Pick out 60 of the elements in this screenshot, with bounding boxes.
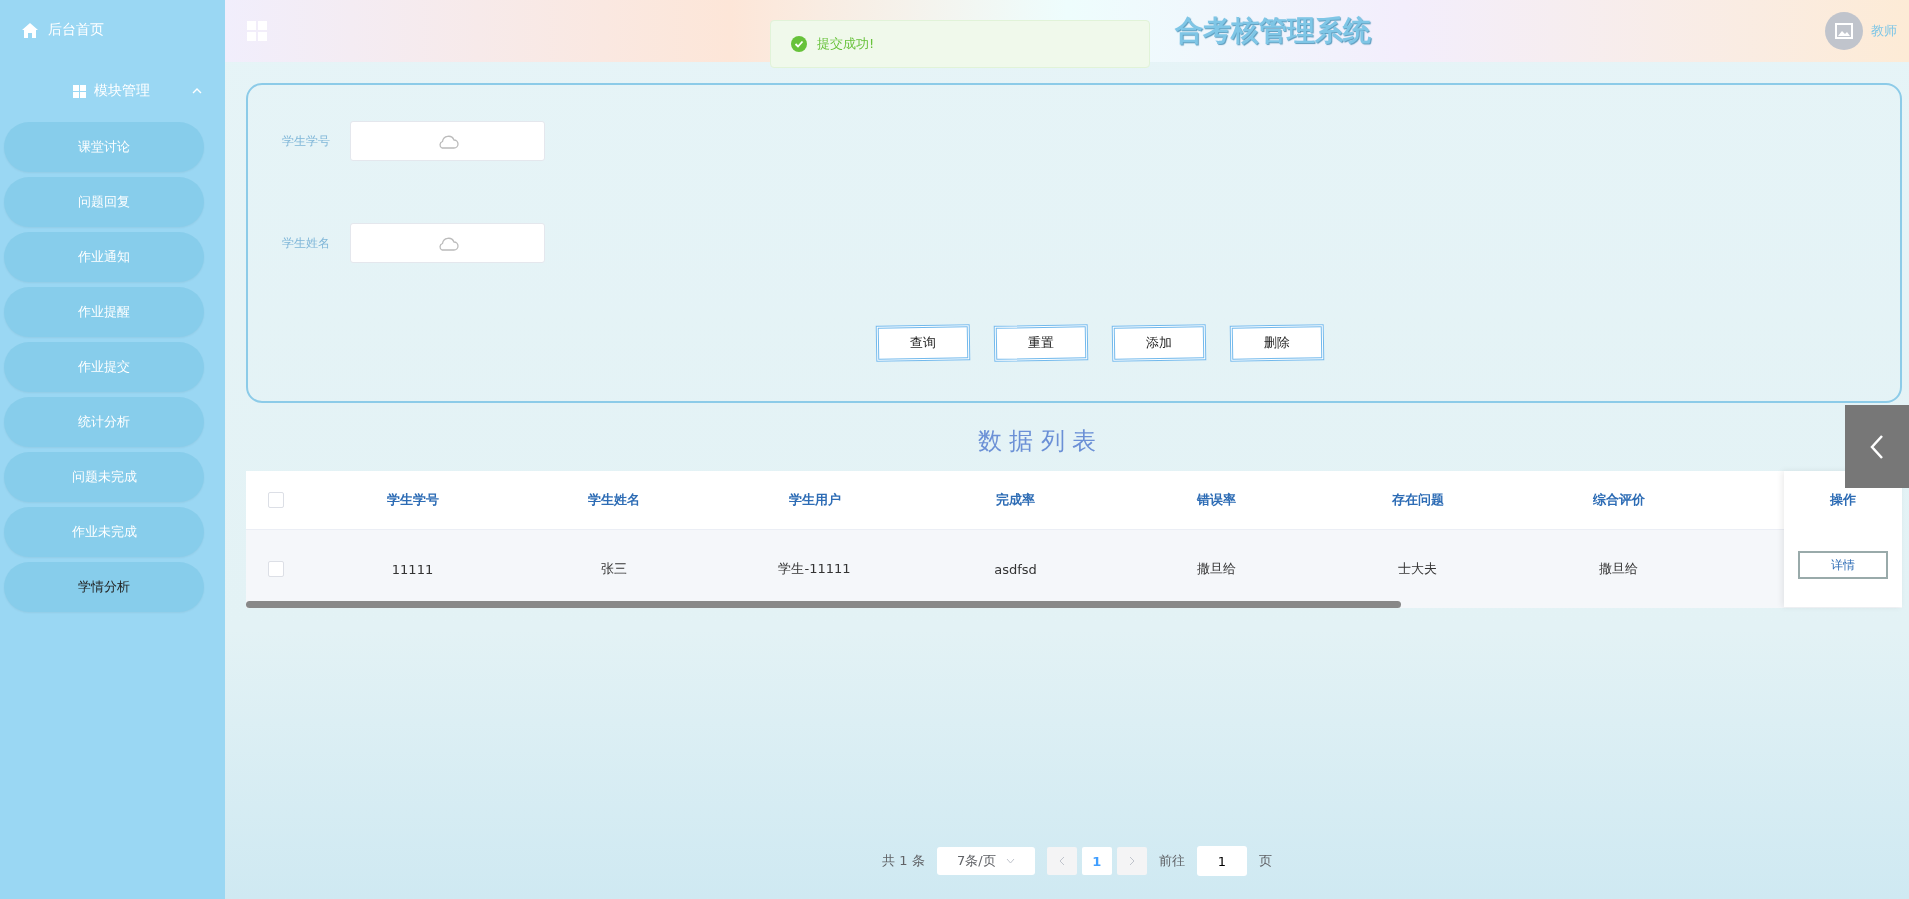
caret-icon[interactable] bbox=[192, 88, 202, 94]
page-number[interactable]: 1 bbox=[1081, 847, 1112, 875]
list-title: 数 据 列 表 bbox=[977, 426, 1097, 457]
home-link[interactable]: 后台首页 bbox=[48, 21, 104, 39]
table-cell-text: 张三 bbox=[599, 560, 628, 578]
column-header: 完成率 bbox=[995, 491, 1036, 509]
table-cell-text: 士大夫 bbox=[1397, 560, 1438, 578]
sidebar-item[interactable]: 问题回复 bbox=[4, 177, 204, 227]
table-cell-text: 撒旦给 bbox=[1196, 560, 1237, 578]
horizontal-scrollbar[interactable] bbox=[246, 601, 1401, 608]
action-button[interactable]: 删除 bbox=[1229, 324, 1325, 362]
field-label: 学生姓名 bbox=[281, 234, 331, 252]
check-circle-icon bbox=[791, 36, 807, 52]
table-cell-text: 11111 bbox=[390, 561, 435, 577]
sidebar-item[interactable]: 问题未完成 bbox=[4, 452, 204, 502]
action-button[interactable]: 添加 bbox=[1111, 324, 1207, 362]
chevron-left-icon bbox=[1058, 856, 1065, 866]
action-button[interactable]: 重置 bbox=[993, 324, 1089, 362]
detail-button[interactable]: 详情 bbox=[1798, 551, 1888, 579]
column-header: 错误率 bbox=[1196, 491, 1237, 509]
next-page-button[interactable] bbox=[1116, 847, 1147, 875]
table-cell-text: 学生-11111 bbox=[777, 560, 852, 578]
avatar-icon[interactable] bbox=[1825, 12, 1863, 50]
sidebar-item[interactable]: 统计分析 bbox=[4, 397, 204, 447]
chevron-left-icon bbox=[1870, 433, 1884, 460]
sidebar-item[interactable]: 作业提交 bbox=[4, 342, 204, 392]
page-size-select[interactable]: 7条/页 bbox=[936, 847, 1035, 875]
input-field[interactable] bbox=[350, 223, 545, 263]
total-count: 共 1 条 bbox=[882, 852, 925, 870]
goto-label: 前往 bbox=[1158, 852, 1185, 870]
sidebar-item[interactable]: 课堂讨论 bbox=[4, 122, 204, 172]
column-header: 学生学号 bbox=[385, 491, 440, 509]
table-cell-text: asdfsd bbox=[993, 561, 1038, 577]
sidebar-item[interactable]: 作业提醒 bbox=[4, 287, 204, 337]
grid-icon bbox=[73, 84, 86, 98]
caret-icon bbox=[1005, 858, 1015, 864]
home-icon bbox=[22, 22, 38, 38]
column-header: 学生用户 bbox=[787, 491, 842, 509]
chevron-right-icon bbox=[1128, 856, 1135, 866]
column-header: 学生姓名 bbox=[586, 491, 641, 509]
toast-message: 提交成功! bbox=[817, 35, 875, 53]
sidebar-item[interactable]: 作业未完成 bbox=[4, 507, 204, 557]
goto-page-field[interactable]: 1 bbox=[1196, 846, 1247, 876]
prev-page-button[interactable] bbox=[1046, 847, 1077, 875]
app-title: 合考核管理系统 bbox=[1175, 13, 1371, 49]
collapse-tab[interactable] bbox=[1845, 405, 1909, 488]
user-name[interactable]: 教师 bbox=[1871, 22, 1897, 40]
action-button[interactable]: 查询 bbox=[875, 324, 971, 362]
sidebar-item[interactable]: 学情分析 bbox=[4, 562, 204, 612]
column-header: 存在问题 bbox=[1390, 491, 1445, 509]
column-header: 综合评价 bbox=[1591, 491, 1646, 509]
menu-group-label[interactable]: 模块管理 bbox=[94, 82, 150, 100]
input-field[interactable] bbox=[350, 121, 545, 161]
page-suffix: 页 bbox=[1258, 852, 1272, 870]
sidebar-item[interactable]: 作业通知 bbox=[4, 232, 204, 282]
select-all-checkbox[interactable] bbox=[268, 492, 284, 508]
column-header: 操作 bbox=[1830, 491, 1856, 509]
table-cell-text: 撒旦给 bbox=[1598, 560, 1639, 578]
field-label: 学生学号 bbox=[281, 132, 331, 150]
row-checkbox[interactable] bbox=[268, 561, 284, 577]
